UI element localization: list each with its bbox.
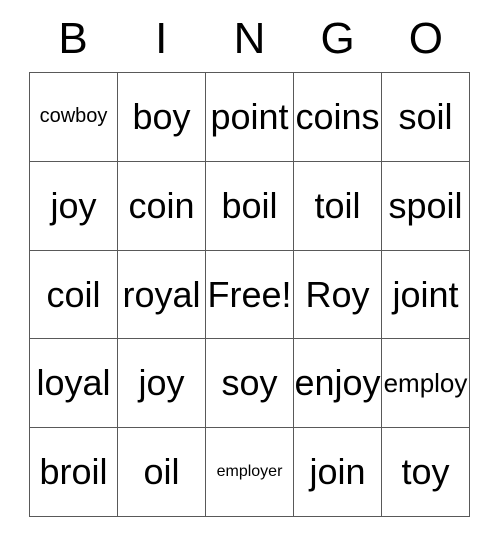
bingo-cell-label: broil — [39, 451, 108, 493]
bingo-cell[interactable]: coil — [30, 250, 118, 340]
bingo-cell-label: point — [210, 96, 289, 137]
bingo-cell-label: toil — [314, 184, 361, 226]
bingo-header-row: B I N G O — [29, 0, 470, 72]
bingo-cell-label: join — [309, 451, 366, 493]
bingo-header-letter-i: I — [117, 0, 205, 72]
bingo-cell-label: coil — [46, 273, 101, 315]
bingo-header-letter-b: B — [29, 0, 117, 72]
bingo-row: cowboy boy point coins soil — [30, 73, 470, 162]
bingo-header-letter-g-label: G — [320, 14, 355, 63]
bingo-header-letter-b-label: B — [58, 14, 88, 63]
bingo-cell-label: oil — [143, 451, 180, 493]
bingo-cell-label: employ — [383, 367, 468, 398]
bingo-card: B I N G O cowboy boy point coins soil jo… — [29, 0, 470, 517]
bingo-cell[interactable]: toy — [382, 428, 470, 517]
bingo-cell-label: coins — [295, 96, 380, 137]
bingo-header-letter-o-label: O — [408, 14, 443, 63]
bingo-header-letter-n: N — [205, 0, 293, 72]
bingo-cell[interactable]: soil — [382, 73, 470, 162]
bingo-cell-label: soy — [221, 362, 278, 404]
bingo-cell-label: Roy — [305, 273, 370, 315]
bingo-cell[interactable]: employ — [382, 339, 470, 429]
bingo-cell[interactable]: royal — [118, 250, 206, 340]
bingo-cell-label: coin — [128, 184, 195, 226]
bingo-cell-label: boy — [132, 96, 191, 137]
bingo-cell[interactable]: joy — [118, 339, 206, 429]
bingo-cell-label: joy — [138, 362, 185, 404]
bingo-cell[interactable]: Roy — [294, 250, 382, 340]
bingo-header-letter-g: G — [294, 0, 382, 72]
bingo-header-letter-i-label: I — [155, 14, 168, 63]
bingo-cell[interactable]: oil — [118, 428, 206, 517]
bingo-cell-label: spoil — [388, 184, 463, 226]
bingo-free-space-label: Free! — [207, 273, 292, 315]
bingo-cell-label: loyal — [36, 362, 111, 404]
bingo-cell-label: boil — [221, 184, 278, 226]
bingo-cell[interactable]: cowboy — [30, 73, 118, 162]
bingo-row: joy coin boil toil spoil — [30, 161, 470, 251]
bingo-cell[interactable]: enjoy — [294, 339, 382, 429]
bingo-cell-label: employer — [216, 462, 283, 480]
bingo-cell[interactable]: join — [294, 428, 382, 517]
bingo-cell-label: joint — [392, 273, 459, 315]
bingo-cell[interactable]: broil — [30, 428, 118, 517]
bingo-cell-label: joy — [50, 184, 97, 226]
bingo-cell-label: cowboy — [39, 105, 108, 128]
bingo-cell[interactable]: point — [206, 73, 294, 162]
bingo-cell[interactable]: coin — [118, 161, 206, 251]
bingo-cell[interactable]: loyal — [30, 339, 118, 429]
bingo-row: broil oil employer join toy — [30, 428, 470, 517]
bingo-header-letter-n-label: N — [233, 14, 266, 63]
bingo-grid: cowboy boy point coins soil joy coin boi… — [29, 72, 470, 517]
bingo-cell[interactable]: boil — [206, 161, 294, 251]
bingo-free-space[interactable]: Free! — [206, 250, 294, 340]
bingo-cell[interactable]: toil — [294, 161, 382, 251]
bingo-cell[interactable]: spoil — [382, 161, 470, 251]
bingo-header-letter-o: O — [382, 0, 470, 72]
bingo-cell-label: royal — [122, 273, 201, 315]
bingo-cell-label: soil — [398, 96, 453, 137]
bingo-cell[interactable]: employer — [206, 428, 294, 517]
bingo-cell[interactable]: joint — [382, 250, 470, 340]
bingo-row: loyal joy soy enjoy employ — [30, 339, 470, 429]
bingo-cell[interactable]: boy — [118, 73, 206, 162]
bingo-cell-label: toy — [401, 451, 450, 493]
bingo-cell[interactable]: joy — [30, 161, 118, 251]
bingo-cell-label: enjoy — [294, 362, 381, 404]
bingo-cell[interactable]: soy — [206, 339, 294, 429]
bingo-row: coil royal Free! Roy joint — [30, 250, 470, 340]
bingo-cell[interactable]: coins — [294, 73, 382, 162]
